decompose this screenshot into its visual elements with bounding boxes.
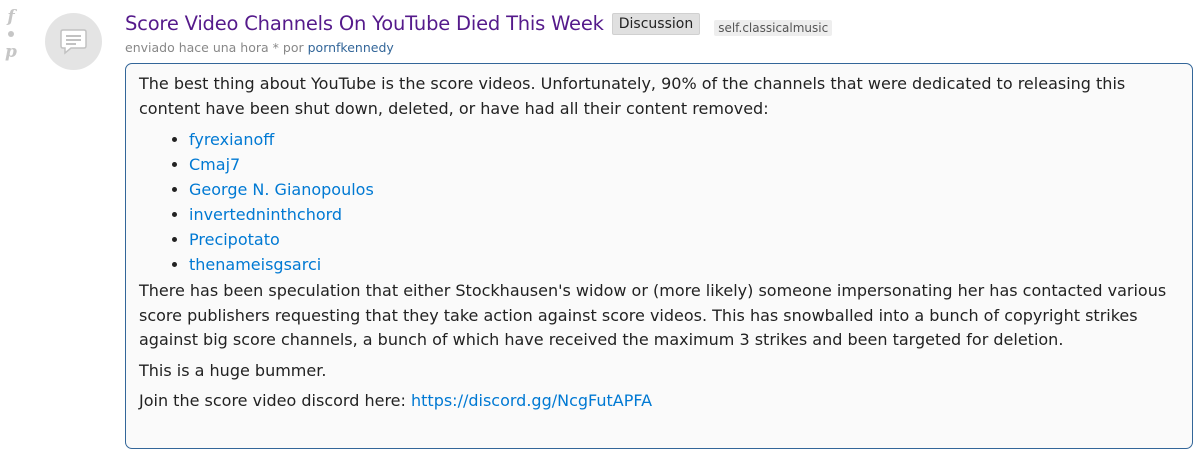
list-item: invertedninthchord [189,202,1180,227]
author-link[interactable]: pornfkennedy [308,40,394,55]
discord-link[interactable]: https://discord.gg/NcgFutAPFA [411,391,652,410]
channel-link[interactable]: George N. Gianopoulos [189,180,374,199]
channel-list: fyrexianoff Cmaj7 George N. Gianopoulos … [139,127,1180,277]
title-line: Score Video Channels On YouTube Died Thi… [125,12,1194,36]
channel-link[interactable]: Precipotato [189,230,280,249]
list-item: thenameisgsarci [189,252,1180,277]
channel-link[interactable]: thenameisgsarci [189,255,321,274]
submitted-time: enviado hace una hora [125,40,269,55]
list-item: Cmaj7 [189,152,1180,177]
channel-link[interactable]: fyrexianoff [189,130,274,149]
flair-badge[interactable]: Discussion [611,12,701,35]
bummer-paragraph: This is a huge bummer. [139,360,327,380]
discord-paragraph: Join the score video discord here: https… [139,389,1180,414]
downvote-arrow-icon[interactable]: p [2,43,20,61]
self-post-thumbnail[interactable] [45,13,102,70]
speculation-paragraph: There has been speculation that either S… [139,281,1167,349]
post-body: The best thing about YouTube is the scor… [125,63,1193,449]
post-header: Score Video Channels On YouTube Died Thi… [125,12,1194,55]
post-title-link[interactable]: Score Video Channels On YouTube Died Thi… [125,12,604,35]
upvote-arrow-icon[interactable]: f [2,8,20,26]
edited-asterisk: * [272,40,279,55]
discord-prefix: Join the score video discord here: [139,391,406,410]
score-dot [8,31,14,37]
list-item: fyrexianoff [189,127,1180,152]
post-tagline: enviado hace una hora * por pornfkennedy [125,40,1194,55]
post-domain[interactable]: self.classicalmusic [714,19,833,36]
channel-link[interactable]: Cmaj7 [189,155,240,174]
list-item: Precipotato [189,227,1180,252]
self-text-icon [60,29,87,55]
intro-paragraph: The best thing about YouTube is the scor… [139,74,1126,118]
channel-link[interactable]: invertedninthchord [189,205,342,224]
by-label: por [282,40,304,55]
list-item: George N. Gianopoulos [189,177,1180,202]
vote-column: f p [2,8,20,61]
